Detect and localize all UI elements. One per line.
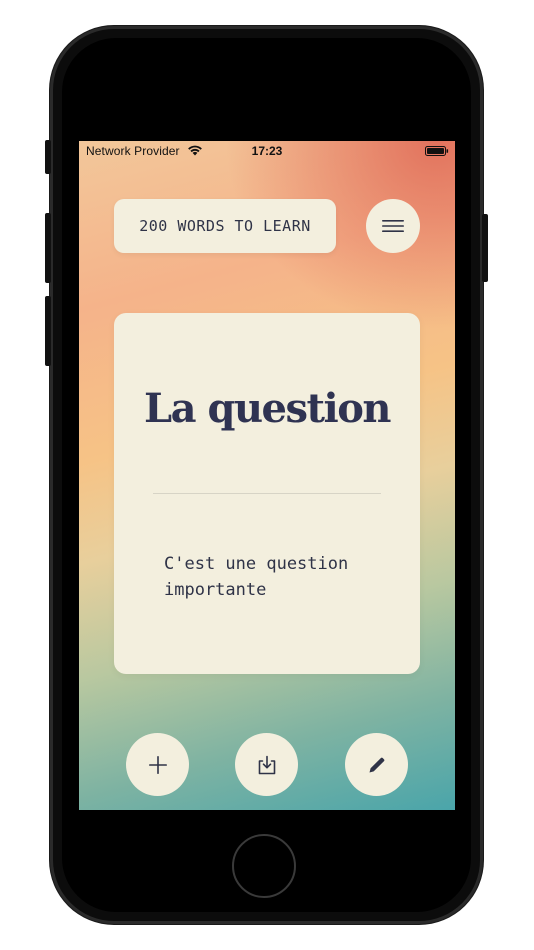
status-time: 17:23 [251, 144, 283, 158]
mute-switch [45, 140, 51, 174]
download-button[interactable] [235, 733, 298, 796]
edit-button[interactable] [345, 733, 408, 796]
hamburger-menu-icon [382, 220, 404, 232]
power-button [482, 214, 488, 282]
volume-down-button [45, 296, 51, 366]
menu-button[interactable] [366, 199, 420, 253]
plus-icon [148, 755, 167, 774]
app-screen: Network Provider 17:23 200 WORDS TO LEAR… [79, 141, 455, 810]
download-icon [258, 755, 275, 774]
flashcard[interactable]: La question C'est une question important… [114, 313, 420, 674]
deck-title[interactable]: 200 WORDS TO LEARN [114, 199, 336, 253]
volume-up-button [45, 213, 51, 283]
home-button[interactable] [232, 834, 296, 898]
card-word: La question [144, 385, 391, 432]
add-word-button[interactable] [126, 733, 189, 796]
pencil-icon [369, 757, 384, 772]
battery-icon [425, 146, 449, 156]
card-divider [153, 493, 381, 494]
card-example-sentence: C'est une question importante [164, 554, 349, 600]
status-bar: Network Provider 17:23 [79, 141, 455, 161]
